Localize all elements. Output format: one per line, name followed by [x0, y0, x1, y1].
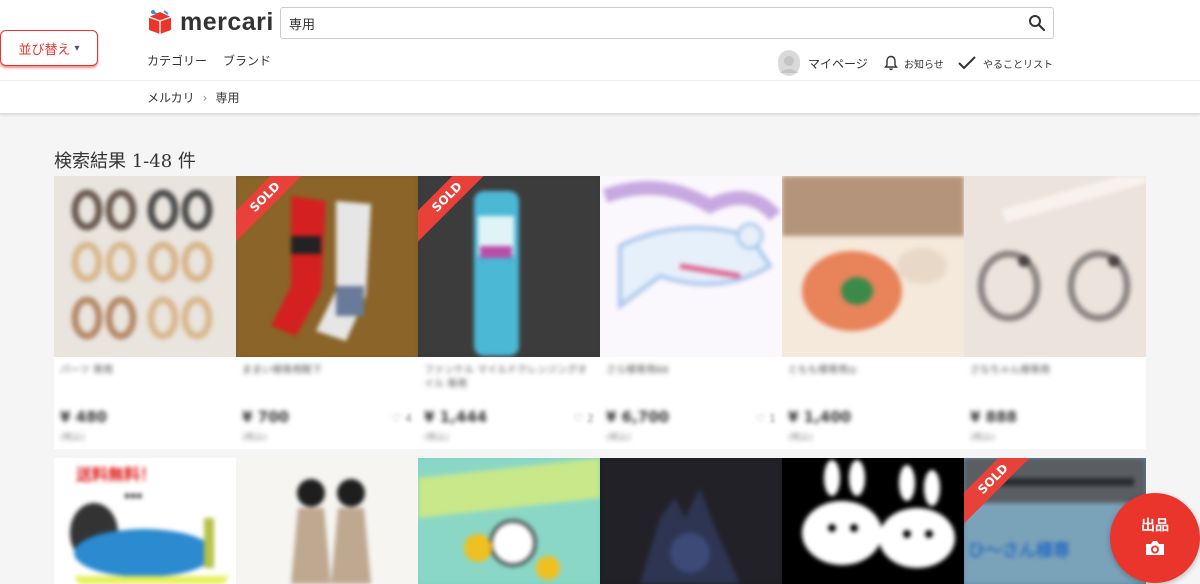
item-image[interactable] — [964, 176, 1146, 357]
item-price: ¥ 1,400 — [788, 408, 852, 426]
item-card[interactable]: パーツ 専用 ¥ 480 (税込) — [54, 176, 236, 449]
results-title: 検索結果 1-48 件 — [54, 151, 196, 172]
item-card[interactable]: ともも様専用◎ ¥ 1,400 (税込) — [782, 176, 964, 449]
item-tax: (税込) — [970, 433, 996, 443]
item-image[interactable]: SOLD — [418, 176, 600, 357]
heart-icon: ♡ — [573, 412, 584, 425]
item-image[interactable] — [782, 458, 964, 584]
like-count[interactable]: ♡ 1 — [756, 412, 776, 425]
header-divider — [0, 80, 1200, 81]
item-card[interactable]: SOLD ままい様専用靴下 ¥ 700 (税込) ♡ 4 — [236, 176, 418, 449]
nav-category[interactable]: カテゴリー — [147, 52, 207, 69]
item-image[interactable] — [54, 176, 236, 357]
mercari-box-icon — [146, 8, 174, 36]
notifications-link[interactable]: お知らせ — [904, 56, 944, 71]
item-price: ¥ 700 — [242, 408, 289, 426]
item-name[interactable]: さら様専用66 — [606, 364, 776, 378]
like-count[interactable]: ♡ 2 — [574, 412, 594, 425]
logo-text: mercari — [180, 7, 274, 36]
heart-icon: ♡ — [391, 412, 402, 425]
item-price: ¥ 480 — [60, 408, 107, 426]
header: mercari カテゴリー ブランド マイページ お知らせ やることリスト — [0, 0, 1200, 114]
item-card[interactable]: 送料無料！ ◆◆◆ — [54, 458, 236, 584]
check-icon[interactable] — [957, 55, 977, 71]
sell-button-label: 出品 — [1141, 518, 1169, 534]
mercari-logo[interactable]: mercari — [146, 6, 274, 38]
item-tax: (税込) — [788, 433, 814, 443]
item-image[interactable]: SOLD — [236, 176, 418, 357]
bell-icon[interactable] — [884, 55, 898, 71]
item-image[interactable] — [600, 458, 782, 584]
item-tax: (税込) — [606, 433, 632, 443]
chevron-down-icon: ▾ — [74, 42, 80, 54]
chevron-right-icon: › — [202, 90, 208, 105]
item-tax: (税込) — [242, 433, 268, 443]
item-tax: (税込) — [424, 433, 450, 443]
item-card[interactable] — [600, 458, 782, 584]
item-image[interactable] — [236, 458, 418, 584]
mypage-link[interactable]: マイページ — [808, 55, 868, 72]
promo-banner-text: 送料無料！ — [75, 465, 156, 484]
item-name[interactable]: ファンケル マイルドクレンジングオイル 専用 — [424, 364, 594, 392]
item-name[interactable]: ともも様専用◎ — [788, 364, 958, 378]
item-image[interactable] — [782, 176, 964, 357]
item-name[interactable]: パーツ 専用 — [60, 364, 230, 378]
avatar[interactable] — [778, 50, 800, 76]
item-card[interactable] — [236, 458, 418, 584]
todo-list-link[interactable]: やることリスト — [983, 56, 1053, 71]
item-image[interactable] — [418, 458, 600, 584]
svg-text:◆◆◆: ◆◆◆ — [124, 491, 143, 500]
breadcrumb: メルカリ › 専用 — [147, 89, 239, 106]
item-image[interactable] — [600, 176, 782, 357]
item-card[interactable]: さなちゃん様専用 ¥ 888 (税込) — [964, 176, 1146, 449]
like-count-value: 4 — [405, 412, 412, 425]
item-price: ¥ 6,700 — [606, 408, 670, 426]
sell-button[interactable]: 出品 — [1110, 493, 1200, 583]
nav-brand[interactable]: ブランド — [223, 52, 271, 69]
search-icon[interactable] — [1027, 13, 1047, 33]
item-price: ¥ 1,444 — [424, 408, 488, 426]
item-name[interactable]: さなちゃん様専用 — [970, 364, 1140, 378]
heart-icon: ♡ — [755, 412, 766, 425]
item-card[interactable]: さら様専用66 ¥ 6,700 (税込) ♡ 1 — [600, 176, 782, 449]
breadcrumb-root[interactable]: メルカリ — [147, 89, 195, 106]
sort-button[interactable]: 並び替え ▾ — [0, 30, 98, 66]
camera-icon — [1144, 539, 1166, 561]
item-price: ¥ 888 — [970, 408, 1017, 426]
like-count-value: 1 — [769, 412, 776, 425]
item-name[interactable]: ままい様専用靴下 — [242, 364, 412, 378]
like-count-value: 2 — [587, 412, 594, 425]
search-input[interactable] — [289, 8, 1009, 38]
item-card[interactable] — [782, 458, 964, 584]
item-card[interactable] — [418, 458, 600, 584]
breadcrumb-current: 専用 — [215, 91, 240, 105]
item-card[interactable]: SOLD ファンケル マイルドクレンジングオイル 専用 ¥ 1,444 (税込)… — [418, 176, 600, 449]
item-image[interactable]: 送料無料！ ◆◆◆ — [54, 458, 236, 584]
item-banner-text: ひ〜さん様専 — [968, 540, 1070, 561]
sort-button-label: 並び替え — [18, 42, 71, 58]
item-tax: (税込) — [60, 433, 86, 443]
like-count[interactable]: ♡ 4 — [392, 412, 412, 425]
search-box[interactable] — [280, 7, 1054, 39]
